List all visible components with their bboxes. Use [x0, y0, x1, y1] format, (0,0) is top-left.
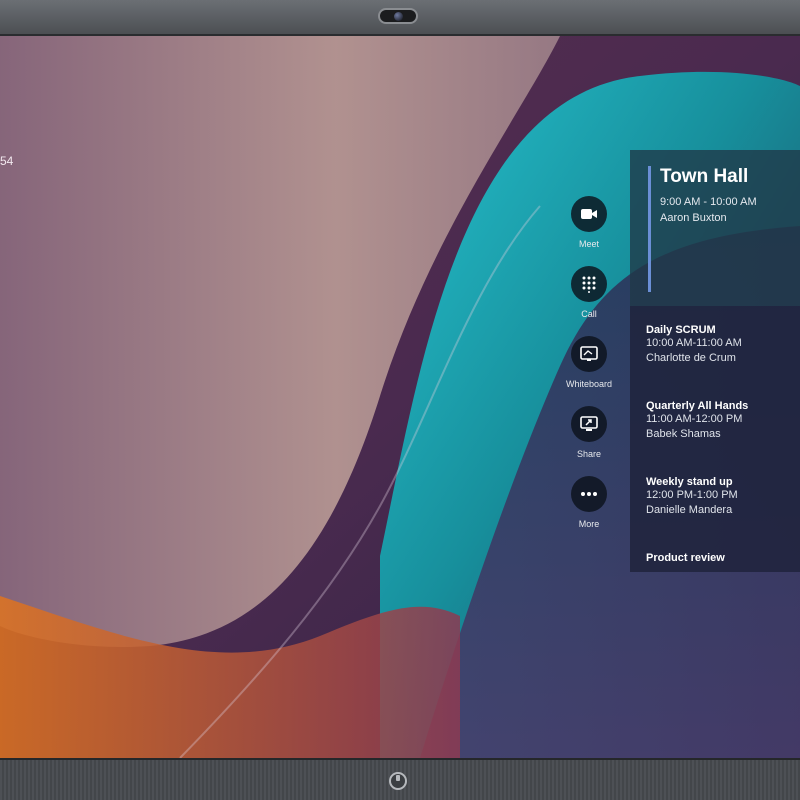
top-bezel: [0, 0, 800, 36]
current-meeting-card[interactable]: Town Hall 9:00 AM - 10:00 AM Aaron Buxto…: [630, 150, 800, 306]
list-item[interactable]: Quarterly All Hands 11:00 AM-12:00 PM Ba…: [646, 400, 796, 442]
agenda-panel: Town Hall 9:00 AM - 10:00 AM Aaron Buxto…: [630, 150, 800, 572]
meet-label: Meet: [578, 239, 599, 249]
meeting-title: Weekly stand up: [646, 476, 733, 488]
current-meeting-host: Aaron Buxton: [660, 212, 727, 224]
meeting-host: Danielle Mandera: [646, 504, 733, 516]
clock-fragment: 54: [0, 154, 14, 168]
upcoming-meetings-list: Daily SCRUM 10:00 AM-11:00 AM Charlotte …: [630, 306, 800, 572]
list-item[interactable]: Weekly stand up 12:00 PM-1:00 PM Daniell…: [646, 476, 796, 518]
meeting-title: Product review: [646, 552, 725, 564]
whiteboard-label: Whiteboard: [566, 379, 613, 389]
device-frame: 54 Meet Call Whiteboard Share More Town …: [0, 0, 800, 800]
more-dots-icon: [581, 492, 597, 496]
power-icon[interactable]: [389, 772, 407, 790]
meeting-title: Daily SCRUM: [646, 324, 716, 336]
meeting-time: 10:00 AM-11:00 AM: [646, 337, 742, 349]
meeting-title: Quarterly All Hands: [646, 400, 749, 412]
dialpad-icon: [582, 276, 596, 293]
meeting-host: Charlotte de Crum: [646, 352, 736, 364]
share-screen-icon: [580, 416, 598, 431]
camera-icon: [378, 8, 418, 24]
list-item[interactable]: Daily SCRUM 10:00 AM-11:00 AM Charlotte …: [646, 324, 796, 366]
more-label: More: [578, 519, 600, 529]
current-meeting-title: Town Hall: [660, 166, 749, 187]
call-button[interactable]: Call: [566, 266, 612, 319]
call-label: Call: [581, 309, 597, 319]
share-button[interactable]: Share: [566, 406, 612, 459]
video-camera-icon: [581, 209, 597, 219]
current-meeting-time: 9:00 AM - 10:00 AM: [660, 196, 757, 208]
meeting-host: Babek Shamas: [646, 428, 721, 440]
share-label: Share: [576, 449, 602, 459]
list-item[interactable]: Product review: [646, 552, 796, 564]
whiteboard-button[interactable]: Whiteboard: [566, 336, 612, 389]
more-button[interactable]: More: [566, 476, 612, 529]
meeting-time: 12:00 PM-1:00 PM: [646, 489, 738, 501]
meet-button[interactable]: Meet: [566, 196, 612, 249]
whiteboard-icon: [580, 346, 598, 361]
meeting-time: 11:00 AM-12:00 PM: [646, 413, 743, 425]
current-meeting-accent: [648, 166, 651, 292]
